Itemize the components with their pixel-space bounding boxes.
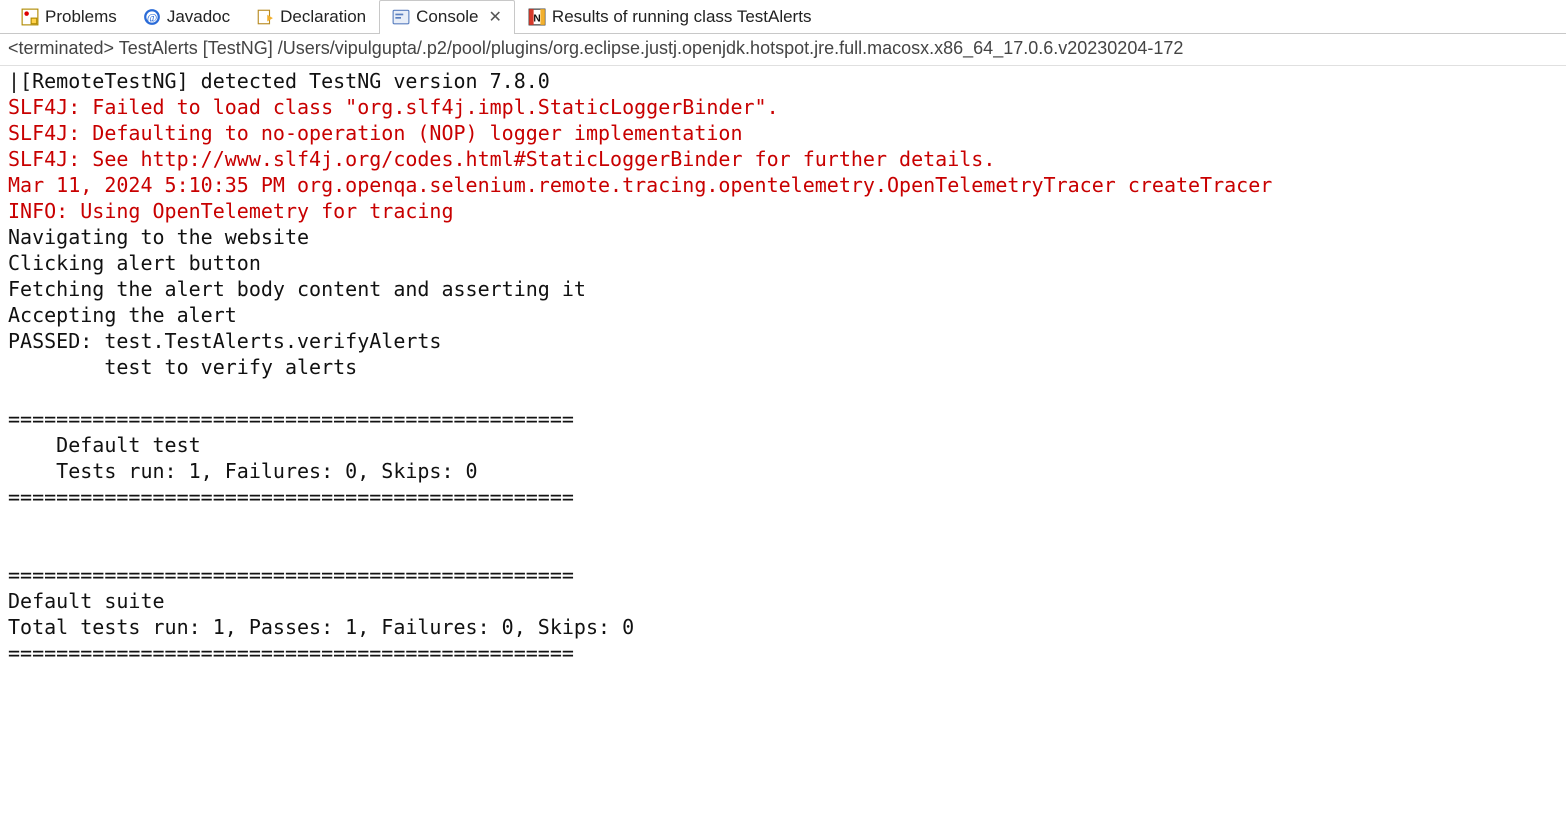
console-line <box>8 380 1558 406</box>
close-icon[interactable]: ✕ <box>489 7 502 27</box>
tab-declaration[interactable]: Declaration <box>243 0 379 33</box>
tab-results[interactable]: N Results of running class TestAlerts <box>515 0 825 33</box>
view-tabbar: Problems @ Javadoc Declaration Console ✕… <box>0 0 1566 34</box>
console-line: Tests run: 1, Failures: 0, Skips: 0 <box>8 458 1558 484</box>
console-line: ========================================… <box>8 640 1558 666</box>
console-line: Total tests run: 1, Passes: 1, Failures:… <box>8 614 1558 640</box>
console-line: SLF4J: Failed to load class "org.slf4j.i… <box>8 94 1558 120</box>
testng-icon: N <box>528 8 546 26</box>
console-line: PASSED: test.TestAlerts.verifyAlerts <box>8 328 1558 354</box>
tab-problems[interactable]: Problems <box>8 0 130 33</box>
svg-text:N: N <box>533 14 540 25</box>
declaration-icon <box>256 8 274 26</box>
console-process-label: <terminated> TestAlerts [TestNG] /Users/… <box>0 34 1566 66</box>
console-line: ========================================… <box>8 484 1558 510</box>
javadoc-icon: @ <box>143 8 161 26</box>
tab-label: Javadoc <box>167 7 230 27</box>
tab-label: Console <box>416 7 478 27</box>
console-line: Navigating to the website <box>8 224 1558 250</box>
tab-label: Declaration <box>280 7 366 27</box>
tab-console[interactable]: Console ✕ <box>379 0 515 33</box>
console-icon <box>392 8 410 26</box>
console-line <box>8 536 1558 562</box>
console-line: SLF4J: Defaulting to no-operation (NOP) … <box>8 120 1558 146</box>
console-line: test to verify alerts <box>8 354 1558 380</box>
console-line: Mar 11, 2024 5:10:35 PM org.openqa.selen… <box>8 172 1558 198</box>
tab-javadoc[interactable]: @ Javadoc <box>130 0 243 33</box>
console-line: |[RemoteTestNG] detected TestNG version … <box>8 68 1558 94</box>
console-line: ========================================… <box>8 406 1558 432</box>
console-line: Default test <box>8 432 1558 458</box>
console-output[interactable]: |[RemoteTestNG] detected TestNG version … <box>0 66 1566 668</box>
tab-label: Results of running class TestAlerts <box>552 7 812 27</box>
console-line <box>8 510 1558 536</box>
console-line: Default suite <box>8 588 1558 614</box>
console-line: Fetching the alert body content and asse… <box>8 276 1558 302</box>
tab-label: Problems <box>45 7 117 27</box>
console-line: ========================================… <box>8 562 1558 588</box>
console-line: INFO: Using OpenTelemetry for tracing <box>8 198 1558 224</box>
console-line: Accepting the alert <box>8 302 1558 328</box>
console-line: Clicking alert button <box>8 250 1558 276</box>
console-line: SLF4J: See http://www.slf4j.org/codes.ht… <box>8 146 1558 172</box>
problems-icon <box>21 8 39 26</box>
svg-text:@: @ <box>147 13 157 25</box>
